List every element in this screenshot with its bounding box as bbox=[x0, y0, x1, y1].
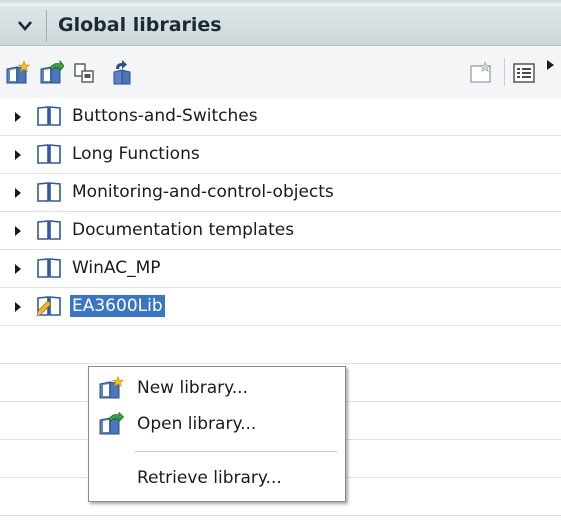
panel-title: Global libraries bbox=[58, 14, 222, 36]
library-book-icon bbox=[36, 257, 62, 279]
tree-item-label: Documentation templates bbox=[72, 220, 295, 240]
expand-arrow-icon[interactable] bbox=[13, 262, 23, 276]
menu-item-label: New library... bbox=[137, 378, 248, 398]
expand-arrow-icon[interactable] bbox=[13, 186, 23, 200]
panel-header[interactable]: Global libraries bbox=[0, 6, 561, 46]
save-library-icon bbox=[74, 63, 94, 83]
tree-item-label: WinAC_MP bbox=[72, 258, 161, 278]
toolbar-separator bbox=[504, 58, 505, 86]
new-library-icon bbox=[6, 60, 30, 84]
tree-item[interactable]: EA3600Lib bbox=[0, 288, 561, 326]
new-library-button[interactable] bbox=[4, 60, 30, 86]
library-toolbar bbox=[0, 46, 561, 98]
tree-item[interactable]: Monitoring-and-control-objects bbox=[0, 174, 561, 212]
expand-arrow-icon[interactable] bbox=[13, 148, 23, 162]
details-view-button[interactable] bbox=[511, 60, 537, 86]
update-library-icon bbox=[113, 60, 131, 85]
menu-item-label: Retrieve library... bbox=[137, 468, 282, 488]
save-library-button[interactable] bbox=[72, 60, 98, 86]
library-book-edit-icon bbox=[36, 295, 62, 317]
global-libraries-panel: Global libraries Buttons-and-Switches Lo… bbox=[0, 0, 561, 527]
details-view-icon bbox=[513, 63, 535, 83]
new-library-icon bbox=[99, 376, 125, 399]
library-book-icon bbox=[36, 143, 62, 165]
tree-item[interactable]: Buttons-and-Switches bbox=[0, 98, 561, 136]
library-book-icon bbox=[36, 219, 62, 241]
open-library-icon bbox=[99, 412, 125, 435]
context-menu: New library... Open library... Retrieve … bbox=[88, 366, 346, 502]
menu-separator bbox=[135, 451, 337, 452]
menu-item-new-library[interactable]: New library... bbox=[89, 373, 345, 403]
library-book-icon bbox=[36, 181, 62, 203]
new-folder-button[interactable] bbox=[468, 60, 494, 86]
tree-item[interactable]: WinAC_MP bbox=[0, 250, 561, 288]
tree-item-label: Long Functions bbox=[72, 144, 200, 164]
expand-arrow-icon[interactable] bbox=[13, 110, 23, 124]
library-book-icon bbox=[36, 105, 62, 127]
expand-arrow-icon[interactable] bbox=[13, 300, 23, 314]
tree-item[interactable]: Documentation templates bbox=[0, 212, 561, 250]
menu-item-open-library[interactable]: Open library... bbox=[89, 409, 345, 439]
tree-empty-row bbox=[0, 326, 561, 364]
tree-item-label: Monitoring-and-control-objects bbox=[72, 182, 334, 202]
tree-item[interactable]: Long Functions bbox=[0, 136, 561, 174]
expand-arrow-icon[interactable] bbox=[13, 224, 23, 238]
tree-item-label: Buttons-and-Switches bbox=[72, 106, 258, 126]
menu-item-retrieve-library[interactable]: Retrieve library... bbox=[89, 463, 345, 493]
triangle-right-icon bbox=[547, 60, 554, 70]
open-library-icon bbox=[40, 60, 64, 84]
open-library-button[interactable] bbox=[38, 60, 64, 86]
chevron-down-icon[interactable] bbox=[4, 10, 47, 42]
new-folder-icon bbox=[470, 61, 491, 83]
tree-item-label-selected: EA3600Lib bbox=[70, 295, 165, 317]
menu-item-label: Open library... bbox=[137, 414, 257, 434]
update-library-button[interactable] bbox=[108, 60, 134, 86]
more-options-button[interactable] bbox=[543, 56, 557, 74]
